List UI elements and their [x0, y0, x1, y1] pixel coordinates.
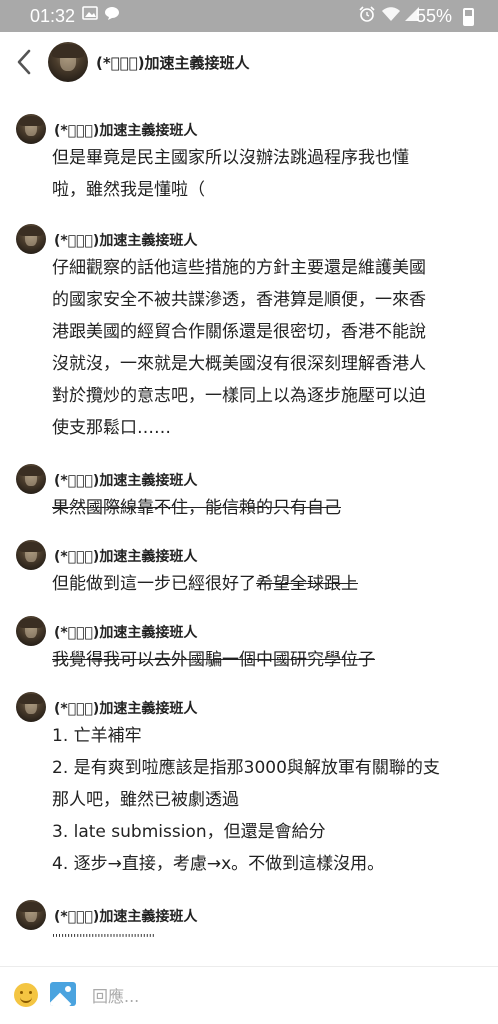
author-name: (*ﾟーﾟ)加速主義接班人: [54, 701, 198, 717]
message-body: 但是畢竟是民主國家所以沒辦法跳過程序我也懂 啦，雖然我是懂啦（: [52, 142, 482, 206]
back-arrow-icon[interactable]: [12, 47, 38, 77]
author-avatar[interactable]: [16, 540, 46, 570]
author-avatar[interactable]: [16, 616, 46, 646]
message-line-strikethrough: 我覺得我可以去外國騙一個中國研究學位子: [52, 650, 375, 670]
message-line: 3. late submission，但還是會給分: [52, 822, 326, 842]
message-line: 那人吧，雖然已被劇透過: [52, 790, 239, 810]
author-name: (*ﾟーﾟ)加速主義接班人: [54, 233, 198, 249]
emoji-icon[interactable]: [14, 983, 38, 1007]
message-line: 但是畢竟是民主國家所以沒辦法跳過程序我也懂: [52, 148, 409, 168]
image-icon[interactable]: [50, 982, 76, 1006]
message-body: 我覺得我可以去外國騙一個中國研究學位子: [52, 644, 482, 676]
status-time: 01:32: [30, 6, 76, 26]
reply-composer: [0, 966, 498, 1024]
message-line: 啦，雖然我是懂啦（: [52, 180, 205, 200]
author-avatar[interactable]: [16, 114, 46, 144]
conversation-title: (*ﾟーﾟ)加速主義接班人: [96, 54, 250, 72]
author-name: (*ﾟーﾟ)加速主義接班人: [54, 123, 198, 139]
message-line: 對於攬炒的意志吧，一樣同上以為逐步施壓可以迫: [52, 386, 426, 406]
wifi-icon: [381, 6, 401, 26]
message-line: 2. 是有爽到啦應該是指那3000與解放軍有關聯的支: [52, 758, 440, 778]
message-line: 港跟美國的經貿合作關係還是很密切，香港不能說: [52, 322, 426, 342]
gallery-icon: [82, 6, 98, 24]
chat-bubble-icon: [104, 6, 120, 25]
message-text-strikethrough: 希望全球跟上: [256, 574, 358, 594]
message-body: 果然國際線靠不住，能信賴的只有自己: [52, 492, 482, 524]
author-avatar[interactable]: [16, 900, 46, 930]
author-avatar[interactable]: [16, 224, 46, 254]
message-line: 沒就沒，一來就是大概美國沒有很深刻理解香港人: [52, 354, 426, 374]
message-body: '''''''''''''''''''''''''''''''''': [52, 928, 482, 950]
message-line: 4. 逐步→直接，考慮→x。不做到這樣沒用。: [52, 854, 385, 874]
message-body: 1. 亡羊補牢 2. 是有爽到啦應該是指那3000與解放軍有關聯的支 那人吧，雖…: [52, 720, 482, 880]
message-line: 使支那鬆口……: [52, 418, 171, 438]
battery-level: 55%: [415, 6, 452, 26]
status-bar: 01:32 55%: [0, 0, 498, 32]
message-line: 仔細觀察的話他這些措施的方針主要還是維護美國: [52, 258, 426, 278]
author-name: (*ﾟーﾟ)加速主義接班人: [54, 549, 198, 565]
message-line: 1. 亡羊補牢: [52, 726, 142, 746]
author-name: (*ﾟーﾟ)加速主義接班人: [54, 473, 198, 489]
author-avatar[interactable]: [16, 692, 46, 722]
alarm-icon: [358, 6, 376, 26]
message-line: 但能做到這一步已經很好了希望全球跟上: [52, 568, 482, 600]
message-text: 但能做到這一步已經很好了: [52, 574, 256, 594]
message-line: '''''''''''''''''''''''''''''''''': [52, 932, 155, 945]
conversation-header: (*ﾟーﾟ)加速主義接班人: [0, 32, 498, 94]
author-avatar[interactable]: [16, 464, 46, 494]
header-avatar[interactable]: [48, 42, 88, 82]
author-name: (*ﾟーﾟ)加速主義接班人: [54, 625, 198, 641]
message-line-strikethrough: 果然國際線靠不住，能信賴的只有自己: [52, 498, 341, 518]
battery-icon: [463, 8, 474, 26]
message-line: 的國家安全不被共諜滲透，香港算是順便，一來香: [52, 290, 426, 310]
reply-input[interactable]: [84, 977, 488, 1015]
message-body: 但能做到這一步已經很好了希望全球跟上: [52, 568, 482, 600]
message-body: 仔細觀察的話他這些措施的方針主要還是維護美國 的國家安全不被共諜滲透，香港算是順…: [52, 252, 482, 444]
author-name: (*ﾟーﾟ)加速主義接班人: [54, 909, 198, 925]
